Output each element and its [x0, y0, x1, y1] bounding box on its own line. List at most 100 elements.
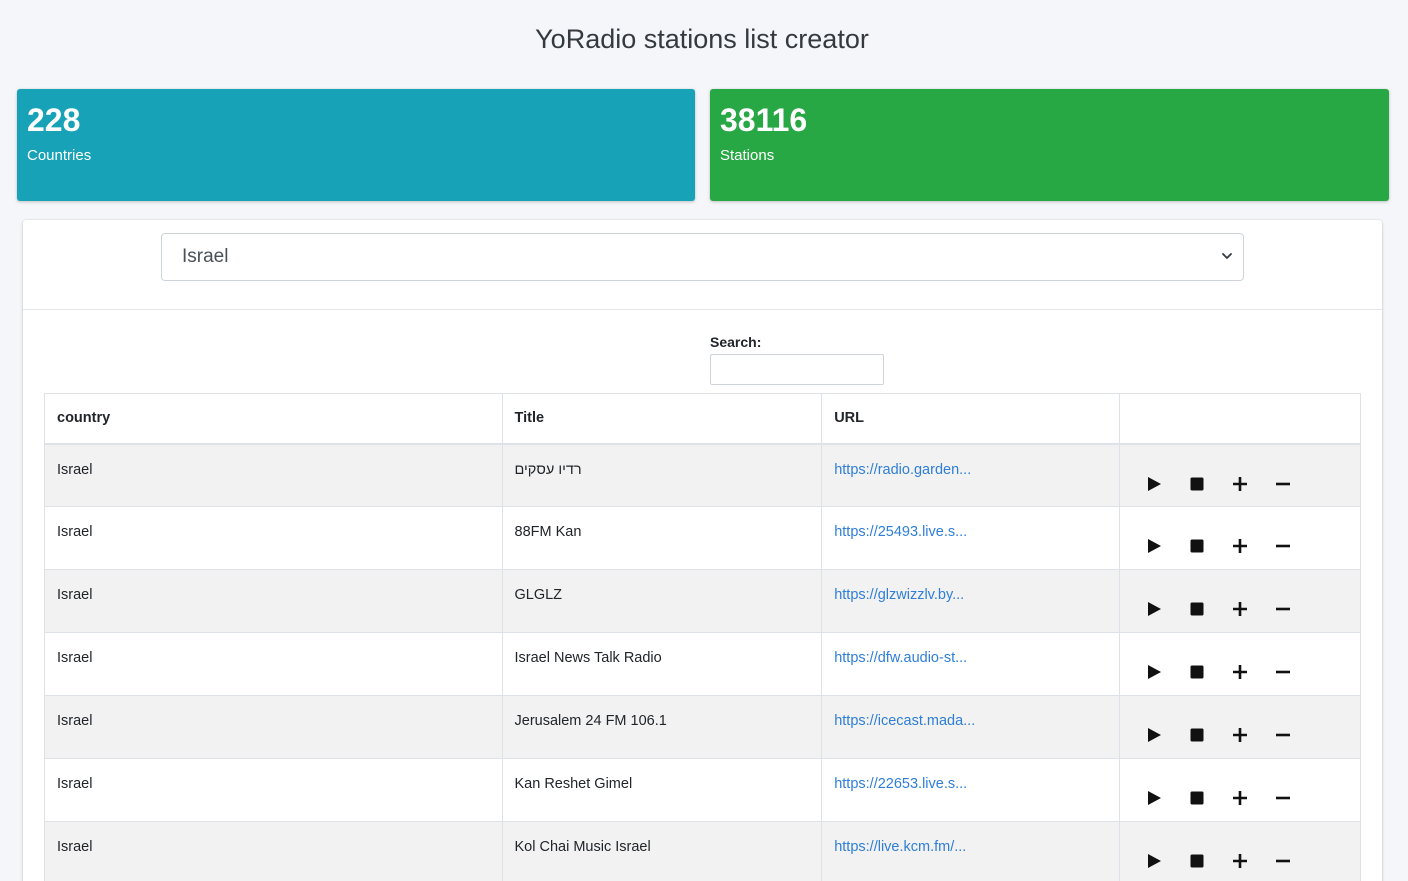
play-button[interactable]: [1132, 468, 1175, 500]
cell-actions: [1119, 695, 1361, 759]
stop-icon: [1190, 854, 1204, 868]
plus-icon: [1232, 790, 1248, 806]
play-button[interactable]: [1132, 593, 1175, 625]
column-header-title[interactable]: Title: [501, 393, 823, 445]
table-row: Israel Kol Chai Music Israel https://live.…: [44, 821, 1361, 881]
plus-icon: [1232, 601, 1248, 617]
minus-icon: [1275, 853, 1291, 869]
add-button[interactable]: [1218, 530, 1261, 562]
cell-title: Israel News Talk Radio: [501, 632, 823, 696]
play-button[interactable]: [1132, 845, 1175, 877]
station-url-link[interactable]: https://25493.live.s...: [834, 524, 967, 540]
country-select[interactable]: Israel: [161, 233, 1244, 281]
cell-title: Kol Chai Music Israel: [501, 821, 823, 881]
play-icon: [1146, 664, 1162, 680]
remove-button[interactable]: [1261, 845, 1304, 877]
play-icon: [1146, 790, 1162, 806]
add-button[interactable]: [1218, 593, 1261, 625]
stop-icon: [1190, 477, 1204, 491]
search-label: Search:: [710, 334, 762, 350]
station-url-link[interactable]: https://dfw.audio-st...: [834, 650, 967, 666]
countries-count: 228: [27, 102, 81, 138]
cell-url: https://dfw.audio-st...: [821, 632, 1121, 696]
cell-title: 88FM Kan: [501, 506, 823, 570]
cell-actions: [1119, 632, 1361, 696]
cell-actions: [1119, 506, 1361, 570]
play-button[interactable]: [1132, 656, 1175, 688]
play-icon: [1146, 601, 1162, 617]
stop-button[interactable]: [1175, 530, 1218, 562]
stop-button[interactable]: [1175, 719, 1218, 751]
minus-icon: [1275, 476, 1291, 492]
cell-url: https://25493.live.s...: [821, 506, 1121, 570]
cell-actions: [1119, 758, 1361, 822]
cell-country: Israel: [44, 695, 503, 759]
remove-button[interactable]: [1261, 719, 1304, 751]
plus-icon: [1232, 727, 1248, 743]
remove-button[interactable]: [1261, 593, 1304, 625]
stop-icon: [1190, 728, 1204, 742]
stop-button[interactable]: [1175, 656, 1218, 688]
station-url-link[interactable]: https://icecast.mada...: [834, 713, 975, 729]
remove-button[interactable]: [1261, 530, 1304, 562]
play-button[interactable]: [1132, 782, 1175, 814]
cell-url: https://radio.garden...: [821, 443, 1121, 507]
country-select-value: Israel: [182, 246, 229, 267]
plus-icon: [1232, 853, 1248, 869]
plus-icon: [1232, 664, 1248, 680]
minus-icon: [1275, 538, 1291, 554]
plus-icon: [1232, 476, 1248, 492]
station-url-link[interactable]: https://radio.garden...: [834, 462, 971, 478]
stop-icon: [1190, 665, 1204, 679]
table-header-row: country Title URL: [44, 393, 1361, 445]
cell-actions: [1119, 821, 1361, 881]
column-header-actions: [1119, 393, 1361, 445]
search-input[interactable]: [710, 354, 884, 385]
add-button[interactable]: [1218, 656, 1261, 688]
table-row: Israel רדיו עסקים https://radio.garden...: [44, 443, 1361, 507]
station-url-link[interactable]: https://glzwizzlv.by...: [834, 587, 964, 603]
stations-card: Israel Search: country Title URL Israel ר…: [23, 220, 1382, 881]
table-row: Israel Kan Reshet Gimel https://22653.live…: [44, 758, 1361, 822]
play-button[interactable]: [1132, 530, 1175, 562]
minus-icon: [1275, 790, 1291, 806]
station-url-link[interactable]: https://live.kcm.fm/...: [834, 839, 966, 855]
stations-count: 38116: [720, 102, 808, 138]
add-button[interactable]: [1218, 845, 1261, 877]
add-button[interactable]: [1218, 782, 1261, 814]
stations-stat-box: 38116 Stations: [710, 89, 1389, 201]
remove-button[interactable]: [1261, 782, 1304, 814]
cell-actions: [1119, 569, 1361, 633]
play-icon: [1146, 476, 1162, 492]
remove-button[interactable]: [1261, 468, 1304, 500]
table-row: Israel Israel News Talk Radio https://dfw.…: [44, 632, 1361, 696]
card-header: Israel: [23, 220, 1382, 310]
cell-url: https://glzwizzlv.by...: [821, 569, 1121, 633]
cell-country: Israel: [44, 506, 503, 570]
chevron-down-icon: [1222, 253, 1232, 259]
cell-country: Israel: [44, 443, 503, 507]
stop-button[interactable]: [1175, 845, 1218, 877]
minus-icon: [1275, 664, 1291, 680]
add-button[interactable]: [1218, 468, 1261, 500]
countries-label: Countries: [27, 147, 92, 165]
cell-country: Israel: [44, 821, 503, 881]
stations-label: Stations: [720, 147, 775, 165]
play-button[interactable]: [1132, 719, 1175, 751]
cell-title: GLGLZ: [501, 569, 823, 633]
station-url-link[interactable]: https://22653.live.s...: [834, 776, 967, 792]
add-button[interactable]: [1218, 719, 1261, 751]
column-header-url[interactable]: URL: [821, 393, 1121, 445]
stop-button[interactable]: [1175, 782, 1218, 814]
cell-country: Israel: [44, 632, 503, 696]
cell-title: Jerusalem 24 FM 106.1: [501, 695, 823, 759]
table-row: Israel GLGLZ https://glzwizzlv.by...: [44, 569, 1361, 633]
stop-icon: [1190, 791, 1204, 805]
remove-button[interactable]: [1261, 656, 1304, 688]
minus-icon: [1275, 727, 1291, 743]
stop-button[interactable]: [1175, 593, 1218, 625]
plus-icon: [1232, 538, 1248, 554]
table-row: Israel Jerusalem 24 FM 106.1 https://iceca…: [44, 695, 1361, 759]
column-header-country[interactable]: country: [44, 393, 503, 445]
stop-button[interactable]: [1175, 468, 1218, 500]
